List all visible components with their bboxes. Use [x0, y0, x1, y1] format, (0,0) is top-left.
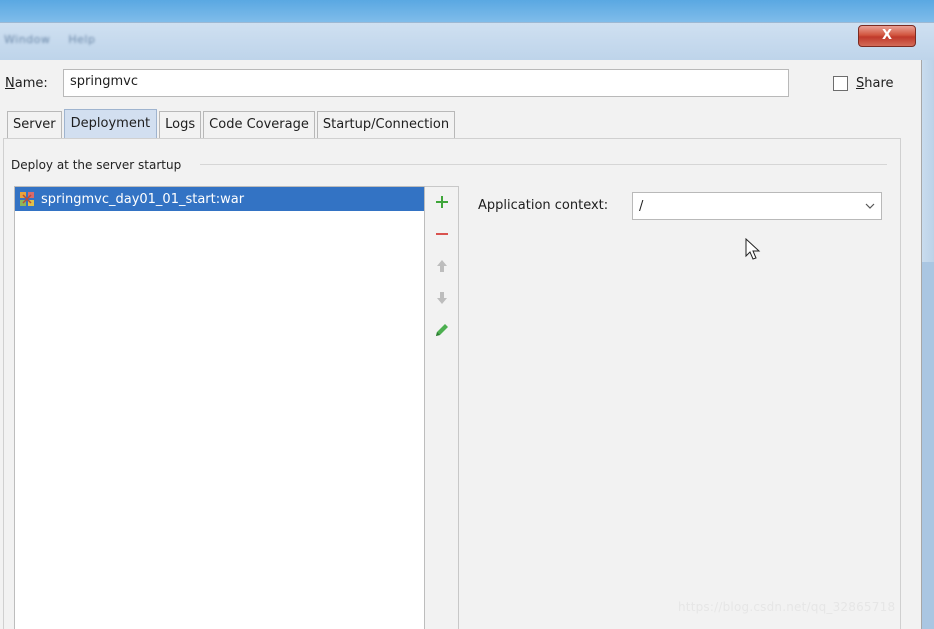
- remove-icon: [436, 233, 448, 235]
- blurred-menu-bar: Window Help: [4, 33, 109, 47]
- name-input[interactable]: springmvc: [63, 69, 789, 97]
- move-down-button[interactable]: [433, 289, 451, 307]
- edit-icon: [436, 324, 448, 336]
- remove-artifact-button[interactable]: [433, 225, 451, 243]
- menu-help[interactable]: Help: [68, 33, 95, 46]
- move-up-button[interactable]: [433, 257, 451, 275]
- tab-deployment[interactable]: Deployment: [63, 109, 158, 138]
- tab-server[interactable]: Server: [7, 111, 62, 138]
- section-divider: [200, 164, 887, 165]
- mouse-cursor-icon: [745, 238, 761, 260]
- application-context-combo[interactable]: /: [632, 192, 882, 220]
- list-item[interactable]: springmvc_day01_01_start:war: [15, 187, 424, 211]
- artifact-label: springmvc_day01_01_start:war: [41, 191, 245, 207]
- config-tabs: Server Deployment Logs Code Coverage Sta…: [7, 109, 457, 138]
- artifact-toolbar: [425, 186, 459, 629]
- share-label: Share: [856, 75, 894, 91]
- war-artifact-icon: [20, 192, 34, 206]
- chevron-down-icon: [865, 203, 875, 209]
- share-checkbox[interactable]: Share: [833, 74, 894, 92]
- tab-code-coverage[interactable]: Code Coverage: [203, 111, 315, 138]
- desktop-background: [0, 0, 934, 22]
- add-icon: [436, 196, 448, 208]
- tab-startup-connection[interactable]: Startup/Connection: [316, 111, 456, 138]
- application-context-value: /: [639, 198, 644, 214]
- share-checkbox-box[interactable]: [833, 75, 848, 91]
- run-configuration-dialog: Name: springmvc Share Server Deployment …: [0, 60, 922, 629]
- window-titlebar: Window Help X: [0, 22, 934, 60]
- menu-window[interactable]: Window: [4, 33, 50, 46]
- artifact-list[interactable]: springmvc_day01_01_start:war: [14, 186, 425, 629]
- watermark: https://blog.csdn.net/qq_32865718: [678, 600, 896, 614]
- close-button[interactable]: X: [858, 25, 916, 47]
- add-artifact-button[interactable]: [433, 193, 451, 211]
- name-label: Name:: [5, 76, 48, 91]
- edit-artifact-button[interactable]: [433, 321, 451, 339]
- close-icon: X: [881, 28, 893, 43]
- move-up-icon: [437, 260, 447, 272]
- section-title: Deploy at the server startup: [11, 158, 188, 172]
- application-context-label: Application context:: [478, 198, 609, 213]
- tab-logs[interactable]: Logs: [159, 111, 202, 138]
- move-down-icon: [437, 292, 447, 304]
